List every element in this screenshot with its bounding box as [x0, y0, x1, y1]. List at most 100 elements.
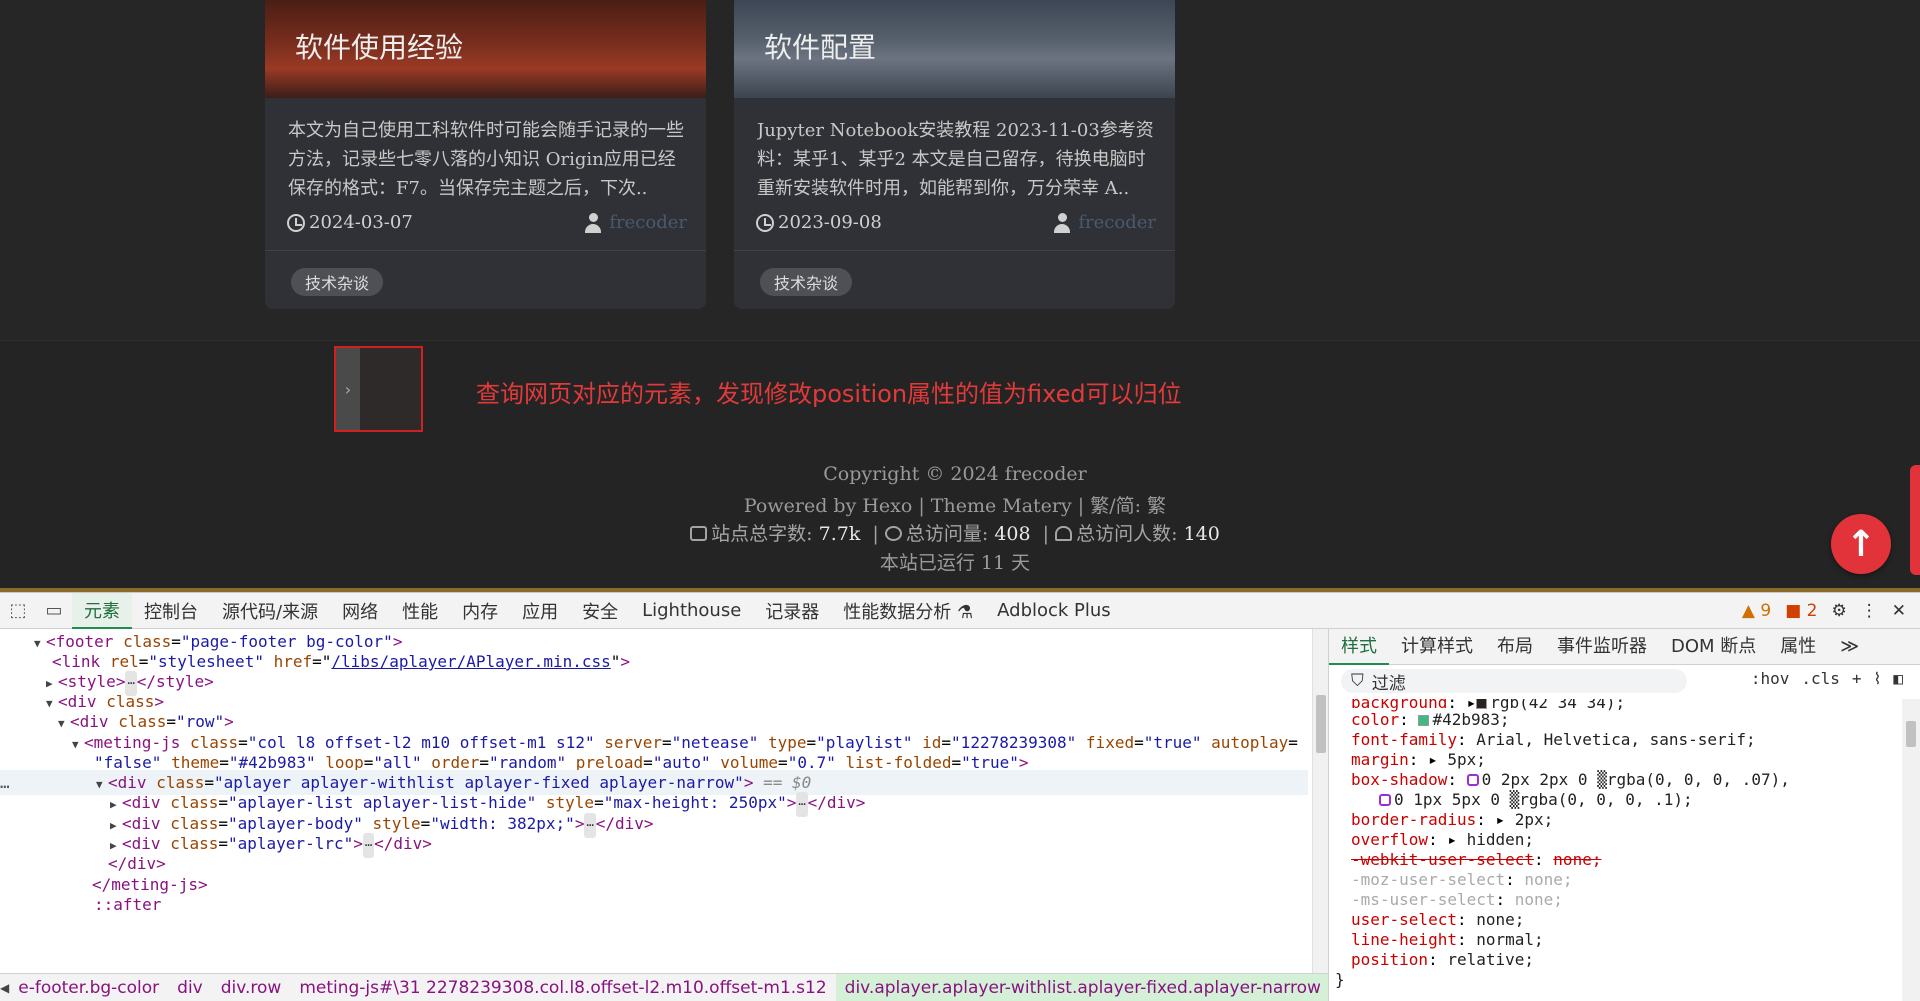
clock-icon — [756, 213, 774, 232]
shadow-editor-icon[interactable] — [1466, 774, 1479, 786]
post-cover-image[interactable]: 软件配置 — [734, 0, 1175, 98]
aplayer-fixed-player[interactable]: › — [334, 346, 423, 432]
post-excerpt: Jupyter Notebook安装教程 2023-11-03参考资料：某乎1、… — [757, 120, 1154, 199]
post-author[interactable]: frecoder — [585, 212, 687, 233]
tab-network[interactable]: 网络 — [330, 593, 390, 629]
dom-scrollbar-thumb[interactable] — [1316, 695, 1326, 753]
tab-event-listeners[interactable]: 事件监听器 — [1545, 629, 1659, 665]
styles-scrollbar-thumb[interactable] — [1906, 721, 1916, 747]
warnings-counter[interactable]: ▲ 9 — [1742, 601, 1771, 621]
device-toolbar-icon[interactable]: ▭ — [36, 593, 72, 629]
css-prop-margin[interactable]: margin: ▸ 5px; — [1351, 750, 1486, 770]
post-meta: 2023-09-08 frecoder — [756, 212, 1156, 236]
back-to-top-button[interactable]: ↑ — [1831, 514, 1891, 574]
card-divider — [734, 250, 1175, 251]
css-prop-overflow[interactable]: overflow: ▸ hidden; — [1351, 830, 1534, 850]
hov-toggle[interactable]: :hov — [1751, 669, 1790, 688]
css-prop-box-shadow-cont[interactable]: 0 1px 5px 0 ▒rgba(0, 0, 0, .1); — [1379, 790, 1693, 810]
side-edge-widget[interactable] — [1910, 465, 1920, 575]
styles-pane: 样式 计算样式 布局 事件监听器 DOM 断点 属性 ≫ ⛉ 过滤 :hov .… — [1328, 629, 1920, 1001]
tab-computed[interactable]: 计算样式 — [1389, 629, 1485, 665]
css-prop-box-shadow[interactable]: box-shadow: 0 2px 2px 0 ▒rgba(0, 0, 0, .… — [1351, 770, 1790, 790]
footer-stats: 站点总字数: 7.7k | 总访问量: 408 | 总访问人数: 140 — [0, 519, 1910, 546]
tab-properties[interactable]: 属性 — [1768, 629, 1828, 665]
eye-icon — [884, 526, 902, 541]
tab-console[interactable]: 控制台 — [132, 593, 210, 629]
tab-dom-breakpoints[interactable]: DOM 断点 — [1659, 629, 1768, 665]
post-date-text: 2024-03-07 — [309, 212, 413, 233]
css-prop-border-radius[interactable]: border-radius: ▸ 2px; — [1351, 810, 1553, 830]
styles-scrollbar[interactable] — [1902, 699, 1920, 1001]
chart-icon — [690, 526, 708, 541]
footer-powered-by[interactable]: Powered by Hexo | Theme Matery | 繁/简: 繁 — [0, 491, 1910, 518]
breadcrumb-meting-js[interactable]: meting-js#\31 2278239308.col.l8.offset-l… — [290, 974, 835, 1001]
css-prop-webkit-user-select[interactable]: -webkit-user-select: none; — [1351, 850, 1601, 870]
tab-recorder[interactable]: 记录器 — [753, 593, 831, 629]
dom-tree[interactable]: ▼ <footer class="page-footer bg-color"> <… — [0, 629, 1312, 973]
tab-memory[interactable]: 内存 — [450, 593, 510, 629]
post-card[interactable]: 软件配置 Jupyter Notebook安装教程 2023-11-03参考资料… — [734, 0, 1175, 309]
sidebar-toggle-icon[interactable]: ◧ — [1893, 669, 1903, 688]
users-icon — [1055, 526, 1073, 541]
tab-adblock-plus[interactable]: Adblock Plus — [985, 593, 1123, 629]
user-icon — [585, 212, 602, 233]
tab-sources[interactable]: 源代码/来源 — [210, 593, 330, 629]
issues-counter[interactable]: ■ 2 — [1785, 601, 1817, 621]
post-tag[interactable]: 技术杂谈 — [291, 268, 384, 296]
css-prop-position[interactable]: position: relative; — [1351, 950, 1534, 970]
post-card[interactable]: 软件使用经验 本文为自己使用工科软件时可能会随手记录的一些方法，记录些七零八落的… — [265, 0, 706, 309]
toolbar-right: ▲ 9 ■ 2 ⚙ ⋮ ✕ — [1742, 593, 1920, 629]
tab-elements[interactable]: 元素 — [72, 592, 132, 629]
css-prop-line-height[interactable]: line-height: normal; — [1351, 930, 1544, 950]
cls-toggle[interactable]: .cls — [1801, 669, 1840, 688]
tab-performance-insights[interactable]: 性能数据分析 ⚗ — [831, 593, 985, 629]
more-tabs-icon[interactable]: ≫ — [1828, 629, 1871, 665]
more-options-icon[interactable]: ⋮ — [1861, 601, 1878, 621]
css-prop-ms-user-select[interactable]: -ms-user-select: none; — [1351, 890, 1563, 910]
css-rule-close: } — [1335, 970, 1345, 989]
post-author[interactable]: frecoder — [1054, 212, 1156, 233]
new-rule-button[interactable]: + — [1852, 669, 1862, 688]
post-tag[interactable]: 技术杂谈 — [760, 268, 853, 296]
tab-layout[interactable]: 布局 — [1485, 629, 1545, 665]
inspect-element-icon[interactable]: ⬚ — [0, 593, 36, 629]
tab-styles[interactable]: 样式 — [1329, 629, 1389, 665]
breadcrumb-aplayer[interactable]: div.aplayer.aplayer-withlist.aplayer-fix… — [835, 974, 1328, 1001]
player-body[interactable] — [360, 348, 421, 430]
post-title[interactable]: 软件配置 — [764, 26, 876, 66]
styles-filter-input[interactable]: ⛉ 过滤 — [1341, 669, 1687, 694]
post-author-text[interactable]: frecoder — [1078, 212, 1156, 233]
post-cover-image[interactable]: 软件使用经验 — [265, 0, 706, 98]
css-prop-user-select[interactable]: user-select: none; — [1351, 910, 1524, 930]
post-author-text[interactable]: frecoder — [609, 212, 687, 233]
css-declarations[interactable]: background: ▸ rgb(42 34 34); color: #42b9… — [1329, 699, 1901, 1001]
tab-security[interactable]: 安全 — [570, 593, 630, 629]
close-icon[interactable]: ✕ — [1892, 601, 1906, 621]
section-divider — [0, 340, 1920, 341]
breadcrumb-footer[interactable]: e-footer.bg-color — [9, 974, 168, 1001]
breadcrumb-row[interactable]: div.row — [212, 974, 291, 1001]
settings-gear-icon[interactable]: ⚙ — [1832, 601, 1847, 621]
post-title[interactable]: 软件使用经验 — [295, 26, 463, 66]
color-swatch[interactable] — [1418, 715, 1430, 726]
dom-scrollbar[interactable] — [1312, 629, 1328, 973]
breadcrumb-div[interactable]: div — [168, 974, 212, 1001]
breadcrumb-left-icon[interactable]: ◀ — [0, 981, 9, 995]
tab-lighthouse[interactable]: Lighthouse — [630, 593, 753, 629]
player-expand-handle[interactable]: › — [336, 348, 360, 430]
clock-icon — [287, 213, 305, 232]
shadow-editor-icon[interactable] — [1379, 794, 1391, 806]
breadcrumb: ◀ e-footer.bg-color div div.row meting-j… — [0, 973, 1328, 1001]
color-swatch[interactable] — [1476, 699, 1488, 709]
css-prop-color[interactable]: color: #42b983; — [1351, 710, 1510, 730]
dom-pseudo-after[interactable]: ::after — [0, 892, 1308, 917]
css-prop-moz-user-select[interactable]: -moz-user-select: none; — [1351, 870, 1573, 890]
styles-tabs: 样式 计算样式 布局 事件监听器 DOM 断点 属性 ≫ — [1329, 629, 1920, 665]
paint-brush-icon[interactable]: ⌇ — [1874, 669, 1882, 688]
post-date: 2024-03-07 — [287, 212, 413, 233]
words-value: 7.7k — [818, 523, 861, 545]
post-meta: 2024-03-07 frecoder — [287, 212, 687, 236]
tab-application[interactable]: 应用 — [510, 593, 570, 629]
css-prop-font-family[interactable]: font-family: Arial, Helvetica, sans-seri… — [1351, 730, 1756, 750]
tab-performance[interactable]: 性能 — [390, 593, 450, 629]
